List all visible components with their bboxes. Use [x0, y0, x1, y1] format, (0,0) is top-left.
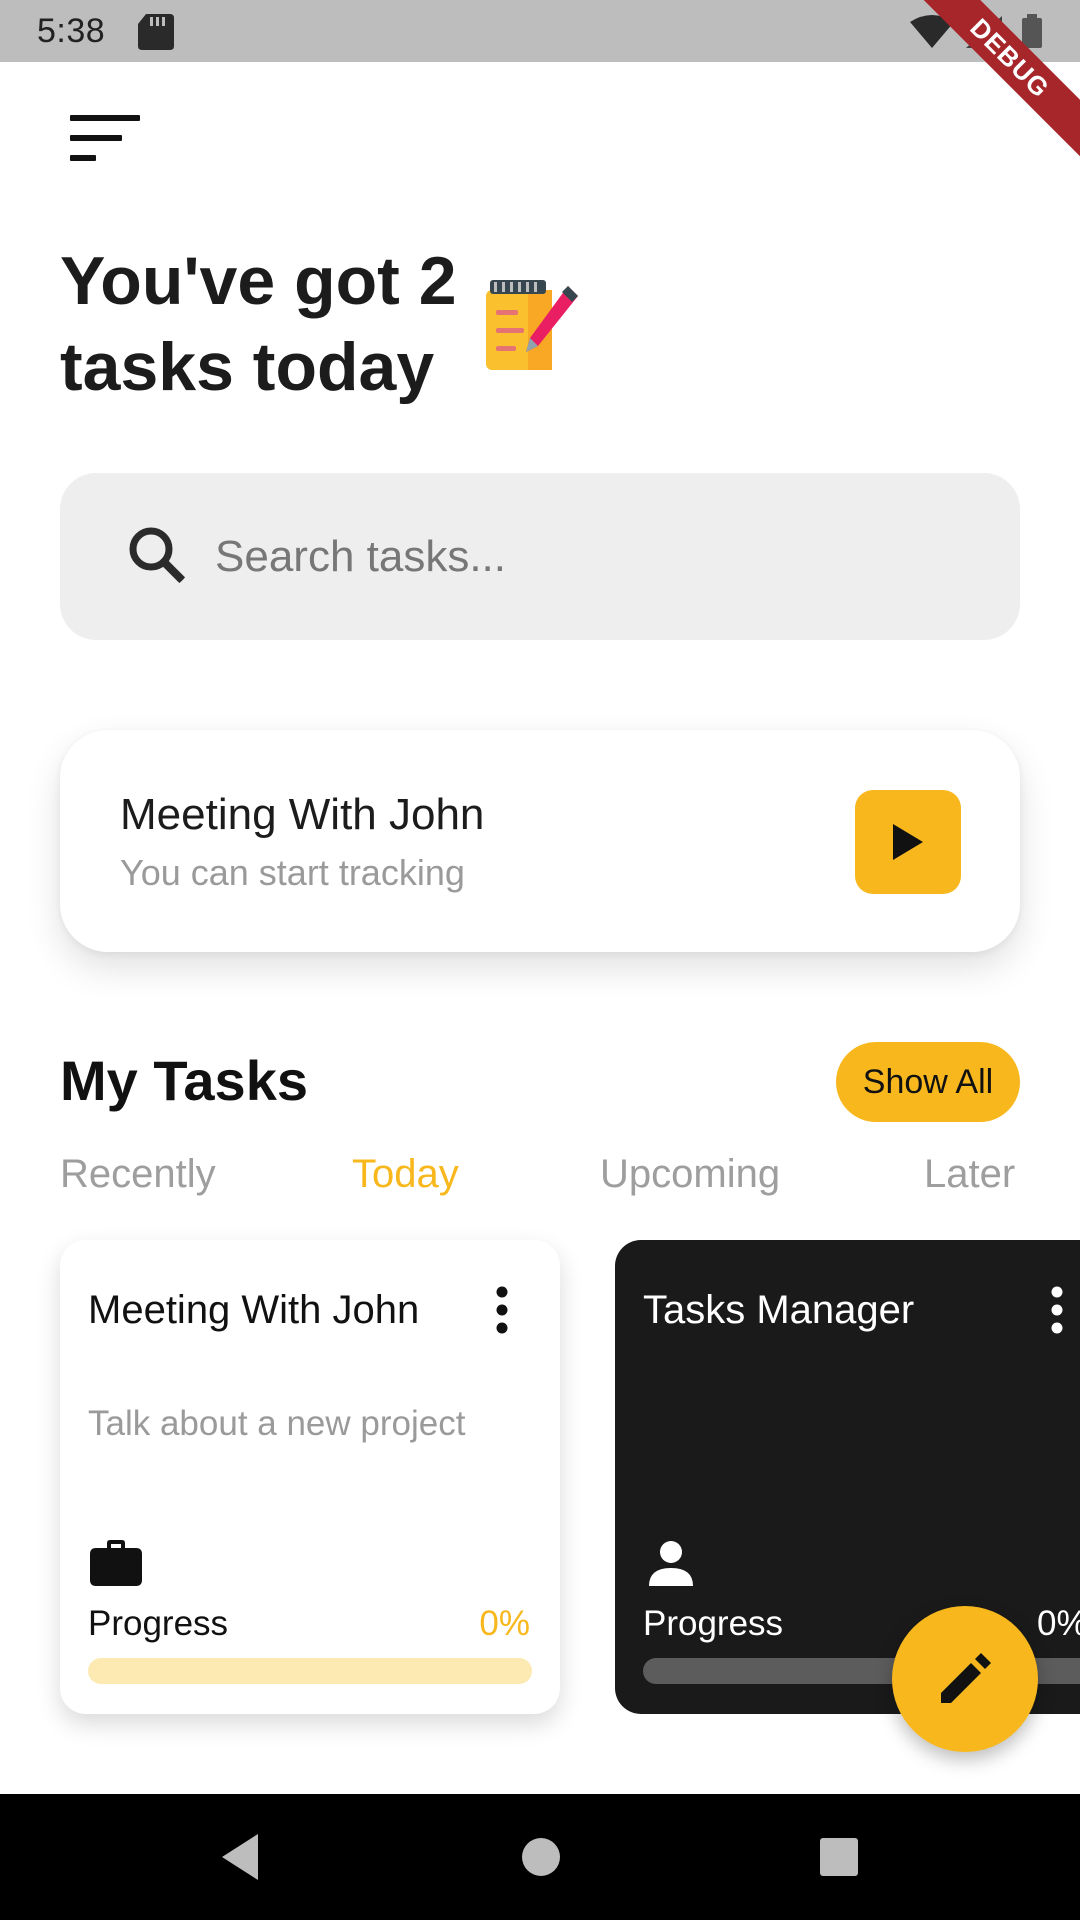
search-input[interactable]: [215, 473, 975, 640]
search-bar[interactable]: [60, 473, 1020, 640]
page-headline: You've got 2 tasks today: [60, 243, 457, 405]
section-title: My Tasks: [60, 1049, 308, 1112]
more-options-icon[interactable]: [492, 1285, 512, 1335]
home-icon[interactable]: [510, 1826, 572, 1888]
sd-card-icon: [138, 14, 174, 50]
search-icon: [126, 524, 192, 590]
system-nav-bar: [0, 1794, 1080, 1920]
play-icon: [893, 824, 923, 860]
task-card-description: Talk about a new project: [88, 1404, 466, 1443]
progress-percent: 0%: [479, 1604, 530, 1643]
battery-icon: [1022, 14, 1042, 48]
notepad-pen-icon: [486, 280, 578, 370]
start-tracking-button[interactable]: [855, 790, 961, 894]
tracking-card[interactable]: Meeting With John You can start tracking: [60, 730, 1020, 952]
task-card-title: Meeting With John: [88, 1288, 420, 1332]
task-card-meeting[interactable]: Meeting With John Talk about a new proje…: [60, 1240, 560, 1714]
status-time: 5:38: [37, 12, 106, 50]
screen: 5:38 DEBUG You've got 2 tasks today Sear…: [0, 0, 1080, 1920]
pencil-icon: [941, 1653, 991, 1703]
task-card-title: Tasks Manager: [643, 1288, 915, 1332]
tab-upcoming[interactable]: Upcoming: [600, 1152, 780, 1197]
back-icon[interactable]: [212, 1826, 274, 1888]
show-all-button[interactable]: Show All: [836, 1042, 1020, 1122]
status-bar: 5:38: [0, 0, 1080, 62]
progress-label: Progress: [643, 1604, 784, 1643]
edit-fab-button[interactable]: [892, 1606, 1038, 1752]
progress-bar: [88, 1658, 532, 1684]
task-tabs: Recently Today Upcoming Later: [60, 1152, 1020, 1202]
briefcase-icon: [90, 1540, 142, 1586]
recents-icon[interactable]: [808, 1826, 870, 1888]
tab-later[interactable]: Later: [924, 1152, 1015, 1197]
sort-menu-icon[interactable]: [70, 115, 142, 165]
tab-recently[interactable]: Recently: [60, 1152, 216, 1197]
tracking-card-subtitle: You can start tracking: [120, 852, 465, 893]
progress-percent: 0%: [1037, 1604, 1080, 1643]
progress-label: Progress: [88, 1604, 229, 1643]
person-icon: [649, 1541, 693, 1586]
tab-today[interactable]: Today: [352, 1152, 459, 1197]
more-options-icon[interactable]: [1047, 1285, 1067, 1335]
tracking-card-title: Meeting With John: [120, 790, 485, 839]
